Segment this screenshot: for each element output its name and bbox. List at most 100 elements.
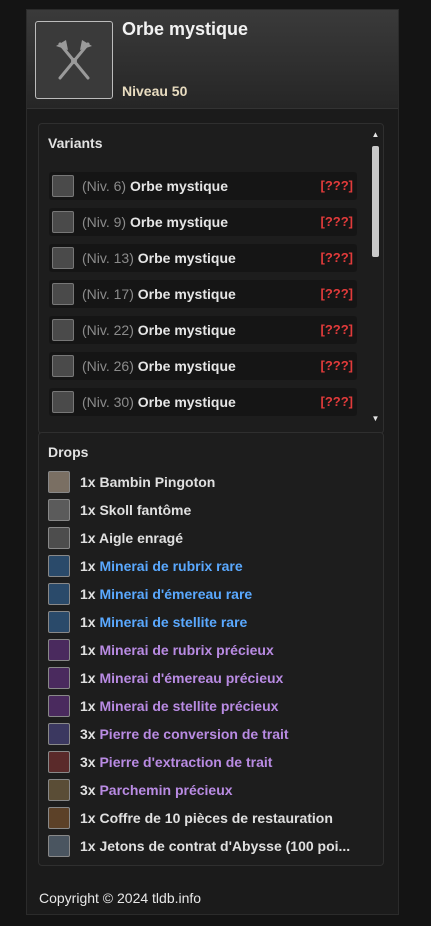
drop-quantity: 3x <box>80 754 96 770</box>
crossed-axes-icon <box>52 175 74 197</box>
scroll-up-icon[interactable]: ▲ <box>371 130 380 139</box>
variant-tag: [???] <box>320 358 353 373</box>
item-portrait <box>35 21 113 99</box>
drop-name: Pierre de conversion de trait <box>99 726 289 742</box>
variants-panel: Variants (Niv. 6) Orbe mystique [???] (Niv… <box>38 123 384 434</box>
drop-quantity: 1x <box>80 698 96 714</box>
drop-quantity: 3x <box>80 726 96 742</box>
drop-quantity: 1x <box>80 586 96 602</box>
variant-row[interactable]: (Niv. 22) Orbe mystique [???] <box>49 316 357 344</box>
drop-name: Bambin Pingoton <box>99 474 216 490</box>
drop-link[interactable]: 3x Pierre de conversion de trait <box>80 726 289 742</box>
item-header: Orbe mystique Niveau 50 <box>27 10 398 109</box>
variant-level: (Niv. 13) <box>82 250 134 266</box>
drop-name: Skoll fantôme <box>99 502 192 518</box>
drop-name: Pierre d'extraction de trait <box>99 754 273 770</box>
drop-link[interactable]: 1x Coffre de 10 pièces de restauration <box>80 810 333 826</box>
variant-row[interactable]: (Niv. 9) Orbe mystique [???] <box>49 208 357 236</box>
variant-link[interactable]: (Niv. 6) Orbe mystique <box>82 178 228 194</box>
drop-quantity: 1x <box>80 838 96 854</box>
variant-link[interactable]: (Niv. 26) Orbe mystique <box>82 358 236 374</box>
drop-link[interactable]: 1x Minerai de rubrix rare <box>80 558 243 574</box>
variant-row[interactable]: (Niv. 13) Orbe mystique [???] <box>49 244 357 272</box>
crossed-axes-icon <box>52 247 74 269</box>
variant-level: (Niv. 9) <box>82 214 127 230</box>
variant-level: (Niv. 17) <box>82 286 134 302</box>
variant-name: Orbe mystique <box>129 178 228 194</box>
drop-name: Minerai de rubrix précieux <box>99 642 274 658</box>
drop-link[interactable]: 1x Minerai d'émereau rare <box>80 586 252 602</box>
wolf-icon <box>48 499 70 521</box>
crossed-axes-icon <box>52 283 74 305</box>
crossed-axes-icon <box>52 211 74 233</box>
drop-name: Minerai de stellite rare <box>99 614 248 630</box>
scroll-icon <box>48 779 70 801</box>
drop-name: Minerai d'émereau précieux <box>99 670 284 686</box>
drop-link[interactable]: 3x Pierre d'extraction de trait <box>80 754 272 770</box>
drop-name: Coffre de 10 pièces de restauration <box>99 810 333 826</box>
variant-name: Orbe mystique <box>137 286 236 302</box>
drops-panel: Drops 1x Bambin Pingoton 1x Skoll fantôme… <box>38 432 384 866</box>
variant-link[interactable]: (Niv. 30) Orbe mystique <box>82 394 236 410</box>
variant-tag: [???] <box>320 214 353 229</box>
drop-link[interactable]: 1x Minerai de stellite précieux <box>80 698 278 714</box>
drop-quantity: 1x <box>80 502 96 518</box>
variant-level: (Niv. 26) <box>82 358 134 374</box>
crossed-axes-icon <box>52 391 74 413</box>
item-level: Niveau 50 <box>122 83 188 99</box>
eagle-icon <box>48 527 70 549</box>
item-card: Orbe mystique Niveau 50 Variants (Niv. 6… <box>26 9 399 915</box>
drop-link[interactable]: 1x Minerai de rubrix précieux <box>80 642 274 658</box>
copyright-footer: Copyright © 2024 tldb.info <box>39 890 202 906</box>
variant-link[interactable]: (Niv. 13) Orbe mystique <box>82 250 236 266</box>
drop-link[interactable]: 1x Minerai de stellite rare <box>80 614 247 630</box>
drop-link[interactable]: 1x Minerai d'émereau précieux <box>80 670 283 686</box>
variant-link[interactable]: (Niv. 22) Orbe mystique <box>82 322 236 338</box>
item-title: Orbe mystique <box>122 19 249 39</box>
variant-link[interactable]: (Niv. 9) Orbe mystique <box>82 214 228 230</box>
drop-link[interactable]: 1x Bambin Pingoton <box>80 474 215 490</box>
green-ore-icon <box>48 583 70 605</box>
variant-tag: [???] <box>320 322 353 337</box>
variant-row[interactable]: (Niv. 6) Orbe mystique [???] <box>49 172 357 200</box>
drop-name: Parchemin précieux <box>99 782 233 798</box>
variants-title: Variants <box>48 135 103 151</box>
variants-scrollbar[interactable]: ▲ ▼ <box>370 130 381 423</box>
variant-row[interactable]: (Niv. 26) Orbe mystique [???] <box>49 352 357 380</box>
variant-level: (Niv. 22) <box>82 322 134 338</box>
drop-name: Minerai de stellite précieux <box>99 698 279 714</box>
drop-link[interactable]: 1x Skoll fantôme <box>80 502 191 518</box>
variant-name: Orbe mystique <box>129 214 228 230</box>
red-ore-icon <box>48 639 70 661</box>
yellow-ore-icon <box>48 611 70 633</box>
variant-name: Orbe mystique <box>137 358 236 374</box>
red-ore-icon <box>48 555 70 577</box>
red-stone-icon <box>48 751 70 773</box>
variant-level: (Niv. 30) <box>82 394 134 410</box>
drop-quantity: 1x <box>80 474 96 490</box>
drop-quantity: 1x <box>80 642 96 658</box>
drop-name: Jetons de contrat d'Abysse (100 poi... <box>99 838 351 854</box>
variant-tag: [???] <box>320 178 353 193</box>
drop-link[interactable]: 3x Parchemin précieux <box>80 782 233 798</box>
drop-link[interactable]: 1x Aigle enragé <box>80 530 183 546</box>
drop-quantity: 3x <box>80 782 96 798</box>
crossed-axes-icon <box>52 319 74 341</box>
chest-icon <box>48 807 70 829</box>
scroll-down-icon[interactable]: ▼ <box>371 414 380 423</box>
drop-quantity: 1x <box>80 614 96 630</box>
variant-name: Orbe mystique <box>137 250 236 266</box>
variant-row[interactable]: (Niv. 17) Orbe mystique [???] <box>49 280 357 308</box>
drop-name: Minerai de rubrix rare <box>99 558 243 574</box>
drop-name: Minerai d'émereau rare <box>99 586 253 602</box>
variant-tag: [???] <box>320 286 353 301</box>
drop-quantity: 1x <box>80 558 96 574</box>
green-ore-icon <box>48 667 70 689</box>
drop-quantity: 1x <box>80 810 96 826</box>
crossed-axes-icon <box>52 355 74 377</box>
drop-link[interactable]: 1x Jetons de contrat d'Abysse (100 poi..… <box>80 838 350 854</box>
variant-row[interactable]: (Niv. 30) Orbe mystique [???] <box>49 388 357 416</box>
variant-link[interactable]: (Niv. 17) Orbe mystique <box>82 286 236 302</box>
scroll-thumb[interactable] <box>372 146 379 257</box>
drop-quantity: 1x <box>80 530 96 546</box>
